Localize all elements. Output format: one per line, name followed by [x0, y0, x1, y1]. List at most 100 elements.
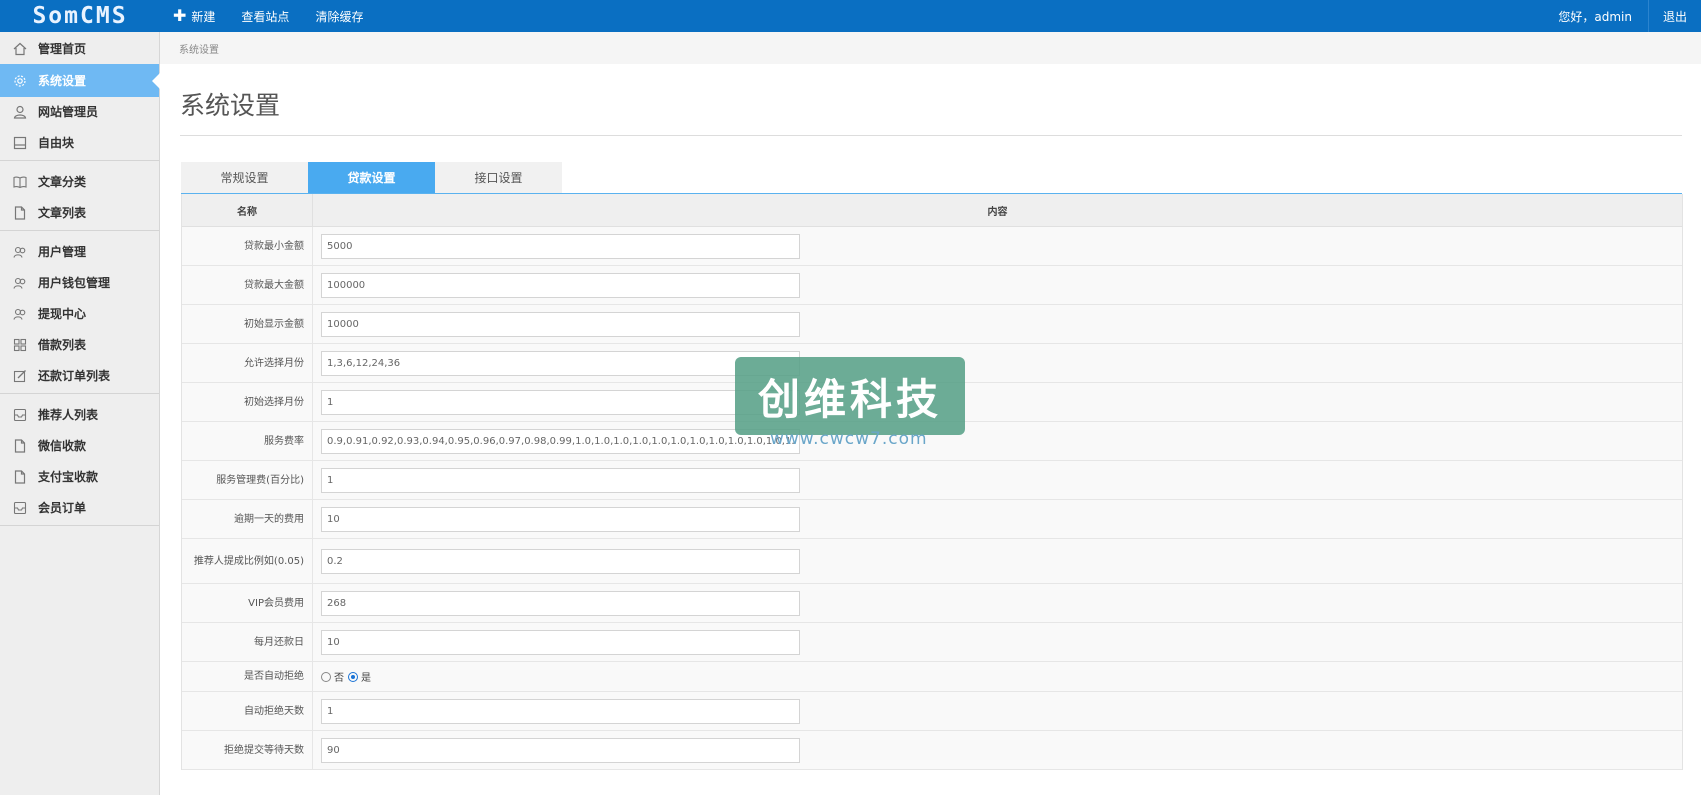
- row-label: 初始显示金额: [182, 305, 313, 343]
- auto-reject-radio-group: 否 是: [321, 669, 375, 684]
- table-row: 拒绝提交等待天数: [182, 731, 1682, 770]
- sidebar-item-label: 自由块: [38, 136, 75, 150]
- tab-general-settings[interactable]: 常规设置: [181, 162, 308, 193]
- row-label: 拒绝提交等待天数: [182, 731, 313, 769]
- row-label: 逾期一天的费用: [182, 500, 313, 538]
- sidebar-item-wechat-payment[interactable]: 微信收款: [0, 429, 159, 462]
- settings-table: 名称 内容 贷款最小金额 贷款最大金额 初始显示金额 允许选择月份 初始选择月份…: [181, 194, 1683, 770]
- logout-link[interactable]: 退出: [1647, 0, 1701, 32]
- overdue-daily-fee-input[interactable]: [321, 506, 800, 532]
- auto-reject-option-yes[interactable]: 是: [348, 669, 371, 684]
- top-bar: SomCMS ✚ 新建 查看站点 清除缓存 您好，admin 退出: [0, 0, 1701, 32]
- greeting: 您好，admin: [1558, 9, 1632, 24]
- row-label: 推荐人提成比例如(0.05): [182, 539, 313, 583]
- row-label: 服务管理费(百分比): [182, 461, 313, 499]
- file-icon: [12, 469, 28, 485]
- breadcrumb: 系统设置: [160, 32, 1701, 64]
- file-icon: [12, 438, 28, 454]
- monthly-repay-day-input[interactable]: [321, 629, 800, 655]
- tab-api-settings[interactable]: 接口设置: [435, 162, 562, 193]
- page-title: 系统设置: [180, 91, 281, 120]
- table-row: 推荐人提成比例如(0.05): [182, 539, 1682, 584]
- gear-icon: [12, 73, 28, 89]
- table-row: 自动拒绝天数: [182, 692, 1682, 731]
- clear-cache-link[interactable]: 清除缓存: [302, 0, 376, 32]
- row-label: 自动拒绝天数: [182, 692, 313, 730]
- sidebar-item-user-management[interactable]: 用户管理: [0, 235, 159, 268]
- sidebar-item-member-orders[interactable]: 会员订单: [0, 491, 159, 524]
- watermark-url: www.cwcw7.com: [770, 429, 928, 449]
- sidebar-item-home[interactable]: 管理首页: [0, 32, 159, 65]
- sidebar-item-article-list[interactable]: 文章列表: [0, 196, 159, 229]
- home-icon: [12, 41, 28, 57]
- table-row: 是否自动拒绝 否 是: [182, 662, 1682, 692]
- sidebar-item-referrer-list[interactable]: 推荐人列表: [0, 398, 159, 431]
- sidebar-item-alipay-payment[interactable]: 支付宝收款: [0, 460, 159, 493]
- table-header: 名称 内容: [182, 194, 1682, 227]
- column-header-name: 名称: [182, 194, 313, 226]
- sidebar-item-system-settings[interactable]: 系统设置: [0, 64, 160, 97]
- inbox-icon: [12, 500, 28, 516]
- column-header-content: 内容: [987, 206, 1008, 218]
- row-label: 初始选择月份: [182, 383, 313, 421]
- sidebar-item-repayment-orders[interactable]: 还款订单列表: [0, 359, 159, 392]
- initial-amount-input[interactable]: [321, 311, 800, 337]
- new-button[interactable]: ✚ 新建: [160, 0, 228, 32]
- sidebar-item-label: 支付宝收款: [38, 470, 99, 484]
- loan-max-amount-input[interactable]: [321, 272, 800, 298]
- sidebar-item-label: 系统设置: [38, 74, 87, 88]
- initial-month-input[interactable]: [321, 389, 800, 415]
- view-site-link[interactable]: 查看站点: [228, 0, 302, 32]
- reject-wait-days-input[interactable]: [321, 737, 800, 763]
- row-label: 贷款最大金额: [182, 266, 313, 304]
- top-right: 您好，admin 退出: [1542, 0, 1701, 32]
- table-row: 逾期一天的费用: [182, 500, 1682, 539]
- auto-reject-option-no[interactable]: 否: [321, 669, 344, 684]
- sidebar-item-label: 微信收款: [38, 439, 87, 453]
- tab-loan-settings[interactable]: 贷款设置: [308, 162, 435, 193]
- radio-yes-label: 是: [361, 673, 371, 684]
- radio-no[interactable]: [321, 671, 331, 682]
- sidebar-item-label: 文章分类: [38, 175, 87, 189]
- table-row: 贷款最大金额: [182, 266, 1682, 305]
- service-fee-percent-input[interactable]: [321, 467, 800, 493]
- allowed-months-input[interactable]: [321, 350, 800, 376]
- auto-reject-days-input[interactable]: [321, 698, 800, 724]
- users-icon: [12, 244, 28, 260]
- file-icon: [12, 205, 28, 221]
- sidebar-item-withdraw-center[interactable]: 提现中心: [0, 297, 159, 330]
- sidebar-item-label: 提现中心: [38, 307, 87, 321]
- sidebar-item-free-block[interactable]: 自由块: [0, 126, 159, 159]
- table-row: 贷款最小金额: [182, 227, 1682, 266]
- sidebar-item-label: 管理首页: [38, 42, 87, 56]
- plus-icon: ✚: [173, 6, 187, 25]
- service-rate-input[interactable]: [321, 428, 800, 454]
- title-divider: [180, 135, 1682, 136]
- settings-tabs: 常规设置 贷款设置 接口设置: [181, 162, 562, 193]
- logo[interactable]: SomCMS: [0, 0, 160, 32]
- watermark-logo: 创维科技: [735, 357, 965, 435]
- users-icon: [12, 306, 28, 322]
- row-label: 允许选择月份: [182, 344, 313, 382]
- sidebar-item-article-category[interactable]: 文章分类: [0, 165, 159, 198]
- sidebar-divider: [0, 525, 159, 526]
- loan-min-amount-input[interactable]: [321, 233, 800, 259]
- radio-yes[interactable]: [348, 671, 358, 682]
- sidebar-divider: [0, 230, 159, 231]
- vip-fee-input[interactable]: [321, 590, 800, 616]
- user-icon: [12, 104, 28, 120]
- row-label: 是否自动拒绝: [182, 662, 313, 691]
- table-row: 初始显示金额: [182, 305, 1682, 344]
- breadcrumb-item[interactable]: 系统设置: [179, 41, 219, 56]
- sidebar-item-label: 网站管理员: [38, 105, 99, 119]
- table-row: 每月还款日: [182, 623, 1682, 662]
- referrer-commission-input[interactable]: [321, 548, 800, 574]
- sidebar-item-label: 会员订单: [38, 501, 87, 515]
- new-label: 新建: [191, 9, 216, 24]
- sidebar: 管理首页 系统设置 网站管理员 自由块 文章分类 文章列表 用户管理 用户钱包管…: [0, 32, 160, 795]
- sidebar-item-loan-list[interactable]: 借款列表: [0, 328, 159, 361]
- sidebar-item-label: 文章列表: [38, 206, 87, 220]
- sidebar-item-site-admin[interactable]: 网站管理员: [0, 95, 159, 128]
- sidebar-item-user-wallet[interactable]: 用户钱包管理: [0, 266, 159, 299]
- table-row: VIP会员费用: [182, 584, 1682, 623]
